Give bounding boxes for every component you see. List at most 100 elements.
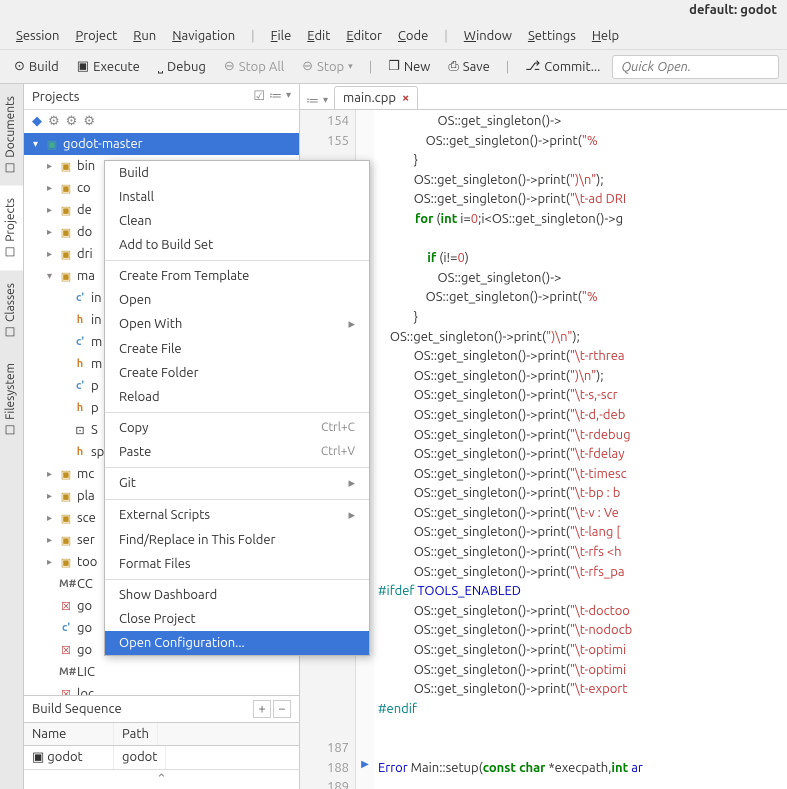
- menu-edit[interactable]: Edit: [301, 25, 336, 47]
- mfile-icon: M#: [59, 578, 73, 590]
- sidebar-tab-filesystem[interactable]: ☐ Filesystem: [0, 351, 23, 449]
- add-button[interactable]: +: [253, 700, 271, 718]
- sidebar-tab-classes[interactable]: ☐ Classes: [0, 271, 23, 351]
- folder-icon: [59, 490, 73, 503]
- stopall-button[interactable]: ⊖Stop All: [218, 55, 290, 78]
- folder-icon: [59, 160, 73, 173]
- menu-item-close-project[interactable]: Close Project: [105, 607, 369, 631]
- chevron-down-icon[interactable]: ▾: [323, 94, 328, 109]
- build-button[interactable]: ⊙Build: [8, 55, 65, 78]
- tree-item[interactable]: ☒ loc: [24, 683, 299, 695]
- panel-icon[interactable]: ≔: [269, 89, 282, 104]
- menu-code[interactable]: Code: [392, 25, 434, 47]
- quick-open-input[interactable]: [612, 55, 779, 79]
- play-circle-icon: ⊙: [14, 59, 25, 74]
- new-button[interactable]: ❐New: [382, 55, 436, 78]
- expand-icon[interactable]: ▸: [44, 160, 55, 172]
- chevron-right-icon: ▸: [348, 508, 355, 523]
- debug-button[interactable]: ⎵Debug: [152, 55, 212, 78]
- sidebar-tabs: ☐ Documents☐ Projects☐ Classes☐ Filesyst…: [0, 84, 24, 789]
- expand-icon[interactable]: ▸: [44, 182, 55, 194]
- panel-title: Projects: [32, 90, 79, 104]
- folder-icon: [59, 270, 73, 283]
- menu-item-create-folder[interactable]: Create Folder: [105, 361, 369, 385]
- expand-icon[interactable]: ▸: [44, 534, 55, 546]
- context-menu: BuildInstallCleanAdd to Build Set Create …: [104, 160, 370, 656]
- menu-settings[interactable]: Settings: [522, 25, 582, 47]
- menu-item-reload[interactable]: Reload: [105, 385, 369, 409]
- code-editor[interactable]: OS::get_singleton()-> OS::get_singleton(…: [374, 110, 787, 789]
- menu-run[interactable]: Run: [127, 25, 162, 47]
- build-seq-title: Build Sequence: [32, 702, 122, 716]
- table-row[interactable]: ▣ godot godot: [24, 746, 299, 769]
- gear-icon[interactable]: ⚙: [83, 114, 95, 129]
- editor-tab[interactable]: main.cpp ×: [334, 86, 418, 109]
- commit-button[interactable]: ⎇Commit...: [519, 55, 606, 78]
- cfile-icon: c': [59, 622, 73, 634]
- menu-item-install[interactable]: Install: [105, 185, 369, 209]
- folder-icon: [59, 248, 73, 261]
- folder-icon: [59, 226, 73, 239]
- save-button[interactable]: ⎙Save: [442, 55, 495, 78]
- expand-icon[interactable]: ▸: [44, 204, 55, 216]
- sidebar-tab-documents[interactable]: ☐ Documents: [0, 84, 23, 186]
- panel-icon[interactable]: ☑: [253, 89, 265, 104]
- menu-item-external-scripts[interactable]: External Scripts▸: [105, 503, 369, 528]
- tree-item[interactable]: M# LIC: [24, 661, 299, 683]
- stop-icon: ⊖: [302, 59, 313, 74]
- menu-item-open-with[interactable]: Open With▸: [105, 312, 369, 337]
- expand-icon[interactable]: ▸: [44, 490, 55, 502]
- hfile-icon: h: [73, 358, 87, 370]
- menu-item-show-dashboard[interactable]: Show Dashboard: [105, 583, 369, 607]
- menu-item-git[interactable]: Git▸: [105, 471, 369, 496]
- execute-icon: ▣: [77, 59, 89, 74]
- collapse-button[interactable]: ⌃: [24, 769, 299, 789]
- menu-item-open[interactable]: Open: [105, 288, 369, 312]
- menu-item-format-files[interactable]: Format Files: [105, 552, 369, 576]
- menu-item-open-configuration-[interactable]: Open Configuration...: [105, 631, 369, 655]
- expand-icon[interactable]: ▸: [44, 556, 55, 568]
- none-icon: ⊡: [73, 424, 87, 437]
- diamond-icon[interactable]: ◆: [32, 114, 42, 129]
- close-icon[interactable]: ×: [402, 91, 409, 105]
- expand-icon[interactable]: ▾: [44, 270, 55, 282]
- stop-button[interactable]: ⊖Stop▾: [296, 55, 359, 78]
- remove-button[interactable]: −: [273, 700, 291, 718]
- folder-icon: [59, 534, 73, 547]
- gear-icon[interactable]: ⚙: [66, 114, 78, 129]
- menu-item-clean[interactable]: Clean: [105, 209, 369, 233]
- expand-icon[interactable]: ▸: [44, 468, 55, 480]
- menu-item-paste[interactable]: PasteCtrl+V: [105, 440, 369, 464]
- expand-icon[interactable]: ▸: [44, 248, 55, 260]
- menu-window[interactable]: Window: [458, 25, 518, 47]
- menu-project[interactable]: Project: [69, 25, 123, 47]
- menu-item-copy[interactable]: CopyCtrl+C: [105, 416, 369, 440]
- chevron-down-icon: ▾: [348, 61, 353, 72]
- save-icon: ⎙: [448, 59, 458, 74]
- tree-root[interactable]: ▾▣godot-master: [24, 133, 299, 155]
- sidebar-tab-projects[interactable]: ☐ Projects: [0, 186, 23, 271]
- chevron-down-icon[interactable]: ▾: [286, 89, 291, 104]
- menu-help[interactable]: Help: [586, 25, 625, 47]
- expand-icon[interactable]: ▸: [44, 512, 55, 524]
- tab-list-icon[interactable]: ≔: [306, 94, 319, 109]
- menu-session[interactable]: Session: [10, 25, 65, 47]
- execute-button[interactable]: ▣Execute: [71, 55, 146, 78]
- expand-icon[interactable]: ▸: [44, 226, 55, 238]
- menu-item-find-replace-in-this-folder[interactable]: Find/Replace in This Folder: [105, 528, 369, 552]
- menu-item-add-to-build-set[interactable]: Add to Build Set: [105, 233, 369, 257]
- menubar: SessionProjectRunNavigation|FileEditEdit…: [0, 22, 787, 50]
- gfile-icon: ☒: [59, 688, 73, 696]
- debug-icon: ⎵: [158, 59, 163, 74]
- menu-editor[interactable]: Editor: [340, 25, 388, 47]
- gfile-icon: ☒: [59, 644, 73, 657]
- folder-icon: [59, 556, 73, 569]
- menu-navigation[interactable]: Navigation: [166, 25, 241, 47]
- menu-file[interactable]: File: [265, 25, 298, 47]
- menu-item-create-from-template[interactable]: Create From Template: [105, 264, 369, 288]
- menu-item-create-file[interactable]: Create File: [105, 337, 369, 361]
- gear-icon[interactable]: ⚙: [48, 114, 60, 129]
- window-title: default: godot: [0, 0, 787, 22]
- menu-item-build[interactable]: Build: [105, 161, 369, 185]
- folder-icon: [59, 512, 73, 525]
